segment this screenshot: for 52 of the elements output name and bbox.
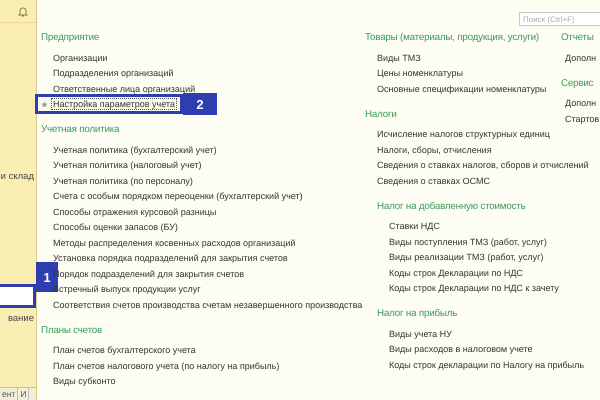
menu-link[interactable]: Коды строк декларации по Налогу на прибыль [389, 360, 584, 370]
callout-badge: 2 [182, 93, 217, 116]
menu-link[interactable]: План счетов бухгалтерского учета [53, 345, 196, 356]
menu-link[interactable]: Учетная политика (налоговый учет) [53, 160, 202, 170]
menu-link[interactable]: Установка порядка подразделений для закрытия счетов [53, 253, 288, 264]
menu-link[interactable]: Сведения о ставках ОСМС [377, 176, 490, 186]
menu-link[interactable]: Ставки НДС [389, 221, 440, 232]
menu-link[interactable]: Способы отражения курсовой разницы [53, 206, 216, 217]
menu-link[interactable]: Виды поступления ТМЗ (работ, услуг) [389, 236, 547, 247]
menu-link[interactable]: Способы оценки запасов (БУ) [53, 222, 178, 232]
menu-link[interactable]: Настройка параметров учета [51, 98, 177, 110]
section-heading: Учетная политика [41, 123, 120, 137]
menu-link[interactable]: Сведения о ставках налогов, сборов и отчислений [377, 160, 589, 170]
bottom-tab[interactable]: И [18, 388, 30, 400]
sidebar-item[interactable]: и склад [0, 170, 36, 184]
menu-link[interactable]: Цены номенклатуры [377, 68, 463, 78]
search-field[interactable]: Поиск (Ctrl+F) [519, 12, 600, 26]
menu-link[interactable]: Виды ТМЗ [377, 52, 421, 63]
section-heading: Налог на добавленную стоимость [377, 200, 526, 214]
bell-icon[interactable] [18, 6, 28, 16]
menu-link[interactable]: Виды субконто [53, 376, 116, 386]
section-heading: Товары (материалы, продукция, услуги) [365, 31, 539, 45]
menu-link[interactable]: Учетная политика (бухгалтерский учет) [53, 144, 217, 155]
menu-link[interactable]: Основные спецификации номенклатуры [377, 84, 546, 94]
menu-link[interactable]: Виды учета НУ [389, 328, 452, 339]
menu-link[interactable]: Подразделения организаций [53, 68, 174, 78]
bottom-tab[interactable]: ент [0, 388, 18, 400]
section-heading: Налоги [365, 108, 397, 122]
menu-link[interactable]: Счета с особым порядком переоценки (бухгалтерский учет) [53, 191, 303, 202]
section-heading: Отчеты [561, 31, 594, 45]
section-heading: Сервис [561, 76, 594, 90]
menu-link[interactable]: Исчисление налогов структурных единиц [377, 129, 550, 140]
sidebar-item[interactable]: вание [0, 312, 36, 326]
section-heading: Планы счетов [41, 324, 102, 338]
menu-link[interactable]: Ответственные лица организаций [53, 84, 196, 94]
section-heading: Налог на прибыль [377, 307, 458, 321]
menu-link[interactable]: Налоги, сборы, отчисления [377, 144, 492, 155]
menu-link[interactable]: План счетов налогового учета (по налогу на прибыль) [53, 360, 280, 371]
menu-link[interactable]: Организации [53, 52, 108, 63]
menu-link[interactable]: Виды расходов в налоговом учете [389, 344, 533, 354]
menu-link[interactable]: Коды строк Декларации по НДС [389, 268, 523, 278]
menu-link[interactable]: Виды реализации ТМЗ (работ, услуг) [389, 252, 544, 262]
menu-link[interactable]: Учетная политика (по персоналу) [53, 176, 193, 186]
sidebar-item[interactable] [0, 284, 36, 308]
menu-link[interactable]: Дополн [565, 52, 596, 63]
menu-link[interactable]: Методы распределения косвенных расходов организаций [53, 238, 296, 248]
star-icon[interactable] [41, 100, 48, 108]
menu-link[interactable]: Коды строк Декларации по НДС к зачету [389, 283, 559, 294]
menu-link[interactable]: Соответствия счетов производства счетам незавершенного производства [53, 300, 362, 310]
menu-link[interactable]: Дополн [565, 98, 596, 108]
section-heading: Предприятие [41, 31, 100, 45]
menu-link[interactable]: Стартов [565, 114, 600, 124]
